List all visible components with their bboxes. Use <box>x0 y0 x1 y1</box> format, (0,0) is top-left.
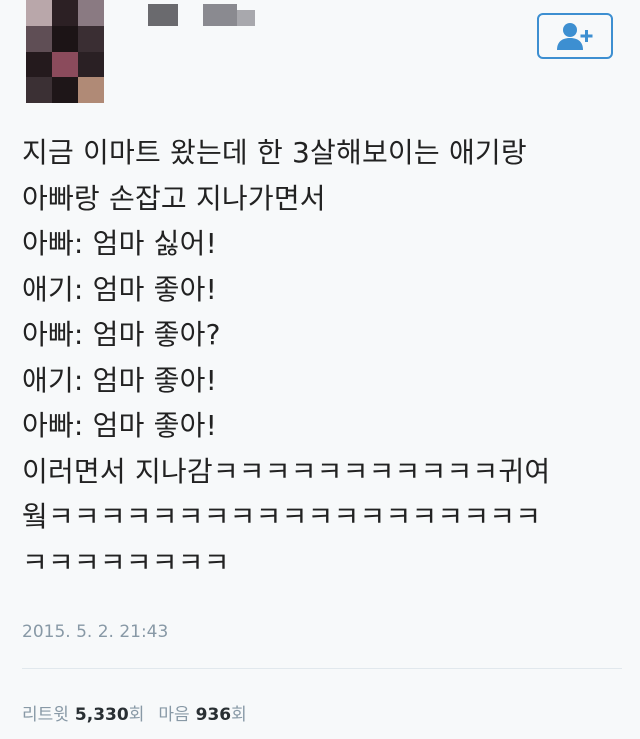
like-label: 마음 <box>158 705 190 725</box>
retweet-stat[interactable]: 리트윗 5,330회 <box>22 700 144 725</box>
avatar[interactable] <box>26 0 104 103</box>
divider <box>22 668 622 669</box>
tweet-line: 아빠랑 손잡고 지나가면서 <box>22 181 326 215</box>
retweet-label: 리트윗 <box>22 705 69 725</box>
tweet-stats: 리트윗 5,330회 마음 936회 <box>22 700 247 725</box>
tweet-line: ㅋㅋㅋㅋㅋㅋㅋㅋ <box>22 545 230 579</box>
tweet-text: 지금 이마트 왔는데 한 3살해보이는 애기랑 아빠랑 손잡고 지나가면서 아빠… <box>22 130 622 585</box>
like-unit: 회 <box>231 705 247 725</box>
like-stat[interactable]: 마음 936회 <box>158 700 246 725</box>
follow-button[interactable] <box>537 13 613 59</box>
tweet-line: 애기: 엄마 좋아! <box>22 272 218 306</box>
retweet-unit: 회 <box>128 705 145 725</box>
username-redacted <box>203 4 237 26</box>
username-redacted <box>148 4 178 26</box>
tweet-line: 애기: 엄마 좋아! <box>22 363 218 397</box>
tweet-line: 아빠: 엄마 좋아? <box>22 318 221 351</box>
retweet-count: 5,330 <box>74 705 129 725</box>
tweet-timestamp[interactable]: 2015. 5. 2. 21:43 <box>22 622 168 642</box>
tweet-line: 아빠: 엄마 싫어! <box>22 227 218 260</box>
tweet-line: 아빠: 엄마 좋아! <box>22 409 218 442</box>
username-redacted <box>237 10 255 26</box>
tweet-line: 이러면서 지나감ㅋㅋㅋㅋㅋㅋㅋㅋㅋㅋㅋ귀여 <box>22 454 551 488</box>
add-user-icon <box>557 23 593 50</box>
like-count: 936 <box>195 705 232 725</box>
tweet-card: 지금 이마트 왔는데 한 3살해보이는 애기랑 아빠랑 손잡고 지나가면서 아빠… <box>0 0 640 739</box>
tweet-line: 웤ㅋㅋㅋㅋㅋㅋㅋㅋㅋㅋㅋㅋㅋㅋㅋㅋㅋㅋㅋ <box>22 500 542 533</box>
tweet-line: 지금 이마트 왔는데 한 3살해보이는 애기랑 <box>22 136 527 169</box>
